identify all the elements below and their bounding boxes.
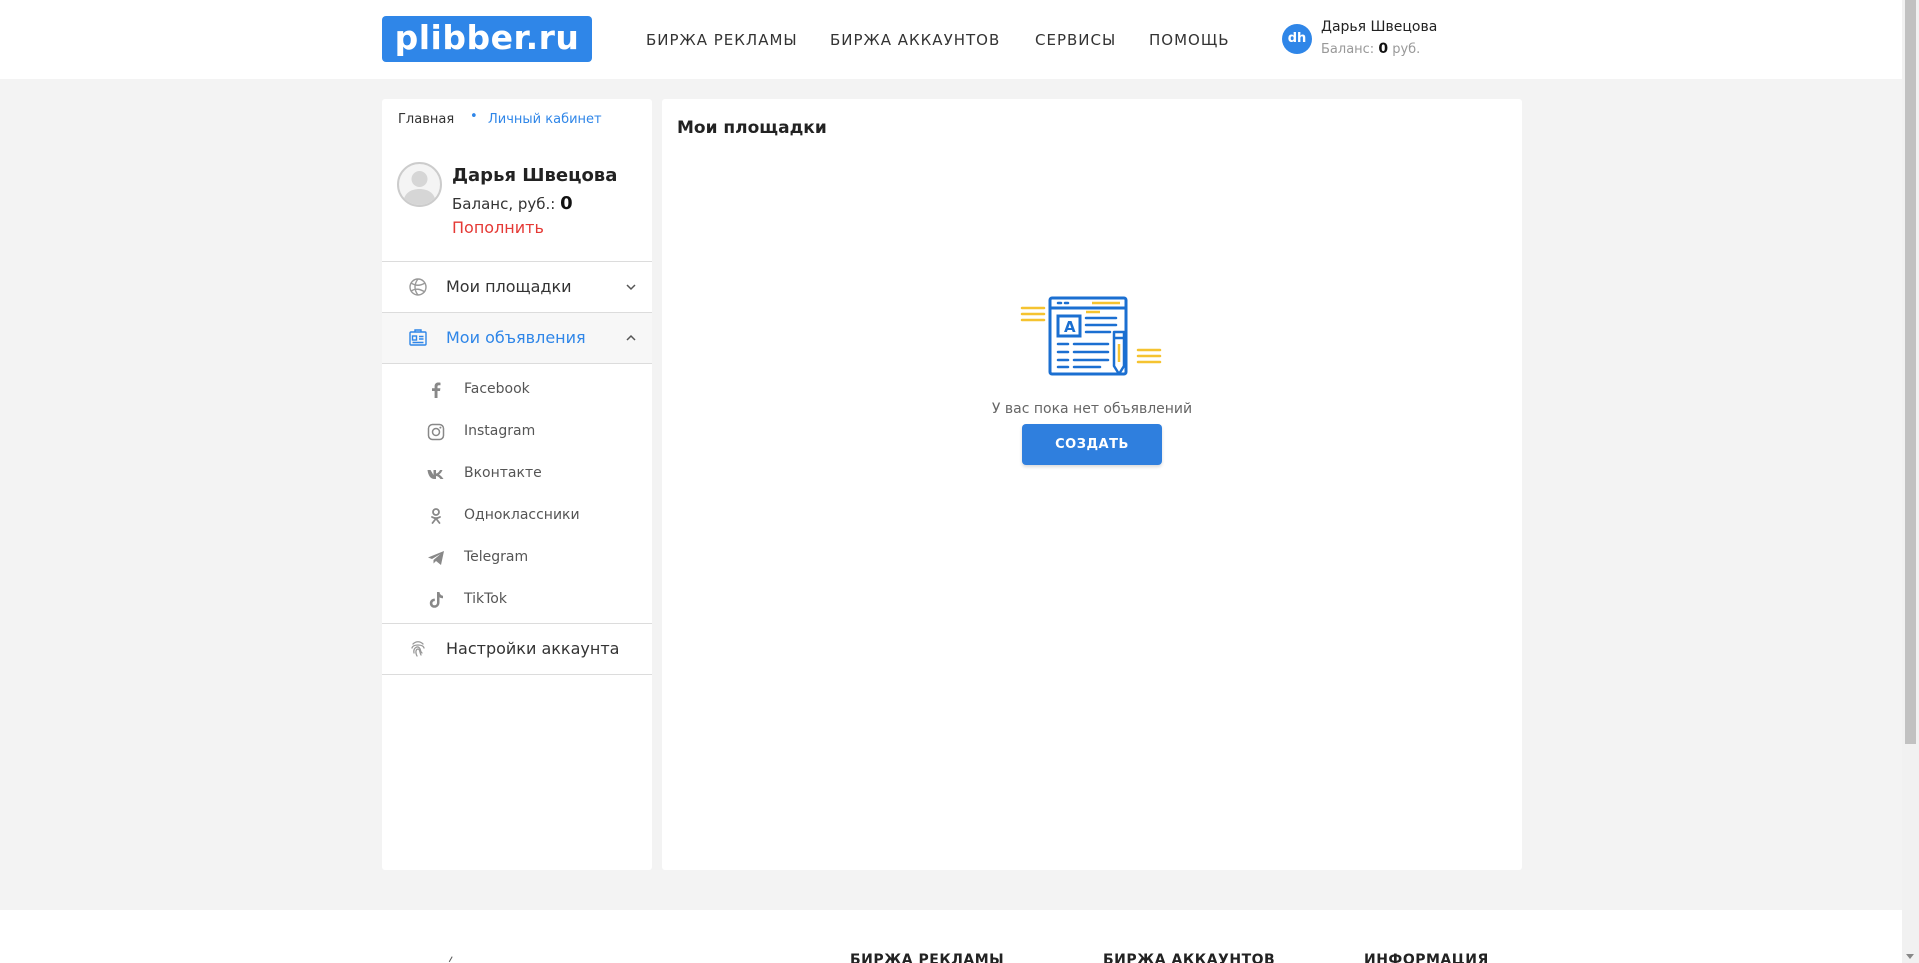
profile-balance: Баланс, руб.: 0: [452, 193, 573, 214]
sidebar: Главная • Личный кабинет Дарья Швецова Б…: [382, 99, 652, 870]
user-balance-value: 0: [1378, 41, 1389, 57]
breadcrumb-home[interactable]: Главная: [398, 112, 454, 127]
sidebar-subitem-odnoklassniki[interactable]: Одноклассники: [382, 498, 652, 534]
nav-help[interactable]: ПОМОЩЬ: [1149, 31, 1230, 49]
user-name[interactable]: Дарья Швецова: [1321, 19, 1437, 35]
empty-ads-illustration-icon: A: [1020, 296, 1162, 376]
nav-services[interactable]: СЕРВИСЫ: [1035, 31, 1116, 49]
sidebar-subitem-instagram[interactable]: Instagram: [382, 414, 652, 450]
nav-ad-exchange[interactable]: БИРЖА РЕКЛАМЫ: [646, 31, 798, 49]
footer-logo-fragment: [448, 956, 456, 963]
sidebar-subitem-vk[interactable]: Вконтакте: [382, 456, 652, 492]
facebook-icon: [432, 382, 441, 398]
subitem-label: TikTok: [464, 591, 507, 607]
sidebar-item-my-platforms[interactable]: Мои площадки: [382, 262, 652, 312]
profile-balance-label: Баланс, руб.:: [452, 195, 556, 213]
divider: [382, 363, 652, 364]
basketball-icon: [409, 278, 427, 296]
footer-heading-ad-exchange: БИРЖА РЕКЛАМЫ: [850, 952, 1005, 963]
footer-heading-account-exchange: БИРЖА АККАУНТОВ: [1103, 952, 1276, 963]
sidebar-item-label: Мои площадки: [446, 277, 572, 296]
profile-balance-value: 0: [560, 193, 573, 214]
page-title: Мои площадки: [677, 118, 827, 138]
user-balance: Баланс: 0 руб.: [1321, 41, 1420, 57]
scroll-down-arrow-icon[interactable]: [1906, 954, 1914, 959]
divider: [382, 674, 652, 675]
user-silhouette-icon: [403, 171, 436, 205]
sidebar-subitem-facebook[interactable]: Facebook: [382, 372, 652, 408]
user-balance-currency: руб.: [1392, 42, 1421, 57]
create-button[interactable]: СОЗДАТЬ: [1022, 424, 1162, 465]
subitem-label: Instagram: [464, 423, 536, 439]
user-avatar[interactable]: dh: [1282, 24, 1312, 54]
main-panel: Мои площадки A У вас пока нет объявлений…: [662, 99, 1522, 870]
sidebar-item-label: Настройки аккаунта: [446, 639, 620, 658]
scrollbar-thumb[interactable]: [1905, 0, 1916, 744]
sidebar-subitem-telegram[interactable]: Telegram: [382, 540, 652, 576]
chevron-down-icon[interactable]: [625, 281, 637, 293]
nav-account-exchange[interactable]: БИРЖА АККАУНТОВ: [830, 31, 1000, 49]
fingerprint-icon: [411, 641, 425, 657]
empty-state-text: У вас пока нет объявлений: [991, 401, 1193, 417]
subitem-label: Facebook: [464, 381, 530, 397]
odnoklassniki-icon: [431, 508, 441, 524]
profile-name: Дарья Швецова: [452, 165, 618, 186]
subitem-label: Telegram: [464, 549, 529, 565]
site-footer: БИРЖА РЕКЛАМЫ БИРЖА АККАУНТОВ ИНФОРМАЦИЯ: [0, 910, 1902, 963]
sidebar-subitem-tiktok[interactable]: TikTok: [382, 582, 652, 618]
breadcrumb-separator: •: [470, 109, 478, 124]
sidebar-item-label: Мои объявления: [446, 328, 586, 347]
logo[interactable]: plibber.ru: [382, 16, 592, 62]
telegram-icon: [428, 551, 444, 565]
topup-link[interactable]: Пополнить: [452, 218, 544, 237]
subitem-label: Вконтакте: [464, 465, 542, 481]
breadcrumb-current[interactable]: Личный кабинет: [488, 112, 602, 127]
instagram-icon: [427, 423, 445, 441]
tiktok-icon: [429, 592, 443, 608]
svg-text:A: A: [1064, 318, 1076, 336]
user-balance-label: Баланс:: [1321, 42, 1375, 57]
vk-icon: [427, 470, 444, 479]
chevron-up-icon[interactable]: [625, 332, 637, 344]
site-header: plibber.ru БИРЖА РЕКЛАМЫ БИРЖА АККАУНТОВ…: [0, 0, 1902, 79]
subitem-label: Одноклассники: [464, 507, 580, 523]
ad-card-icon: [409, 329, 427, 346]
page-scrollbar[interactable]: [1902, 0, 1919, 963]
avatar: [397, 162, 442, 207]
sidebar-item-my-ads[interactable]: Мои объявления: [382, 313, 652, 363]
footer-heading-information: ИНФОРМАЦИЯ: [1364, 952, 1489, 963]
sidebar-item-account-settings[interactable]: Настройки аккаунта: [382, 624, 652, 674]
